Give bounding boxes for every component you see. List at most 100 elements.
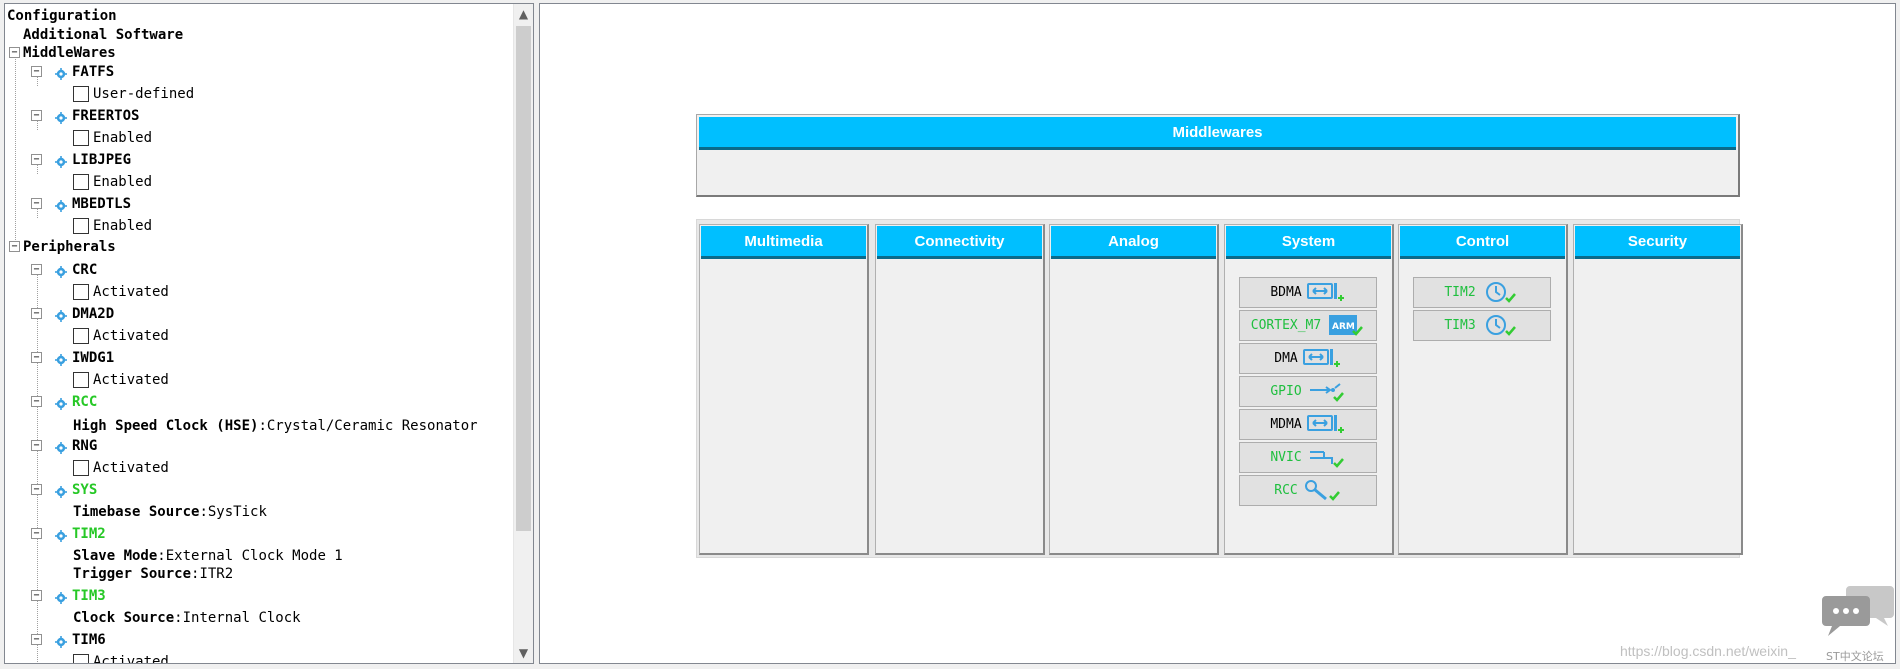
gear-icon (55, 440, 67, 454)
scroll-up-arrow-icon[interactable]: ▲ (514, 4, 533, 24)
tree-node[interactable]: Activated (73, 326, 169, 346)
tree-checkbox[interactable] (73, 460, 89, 476)
collapse-toggle-icon[interactable]: − (31, 590, 42, 601)
tree-node[interactable]: RNG (55, 436, 97, 456)
tree-node[interactable]: MiddleWares (23, 43, 116, 63)
configuration-tree[interactable]: Configuration Additional Software − MiddleW… (5, 4, 515, 663)
tree-node-label: Activated (93, 372, 169, 388)
category-header[interactable]: Multimedia (701, 226, 866, 259)
tree-node[interactable]: MBEDTLS (55, 194, 131, 214)
tree-node[interactable]: TIM3 (55, 586, 106, 606)
tree-checkbox[interactable] (73, 86, 89, 102)
tree-scrollbar[interactable]: ▲ ▼ (513, 4, 533, 663)
tree-node[interactable]: Timebase Source:SysTick (73, 502, 267, 522)
scroll-down-arrow-icon[interactable]: ▼ (514, 643, 533, 663)
tree-node[interactable]: FREERTOS (55, 106, 139, 126)
gear-icon (55, 154, 67, 168)
tree-guide-line (15, 48, 16, 248)
tree-checkbox[interactable] (73, 372, 89, 388)
tree-node[interactable]: Enabled (73, 216, 152, 236)
dma-add-icon (1306, 281, 1346, 305)
tree-node[interactable]: Enabled (73, 128, 152, 148)
tree-node[interactable]: Activated (73, 370, 169, 390)
tree-node-label: SYS (72, 482, 98, 498)
collapse-toggle-icon[interactable]: − (31, 528, 42, 539)
collapse-toggle-icon[interactable]: − (31, 396, 42, 407)
tree-node[interactable]: Enabled (73, 172, 152, 192)
tree-node-value: :Crystal/Ceramic Resonator (258, 418, 478, 434)
tree-node[interactable]: IWDG1 (55, 348, 114, 368)
tree-node[interactable]: User-defined (73, 84, 194, 104)
tree-node[interactable]: SYS (55, 480, 97, 500)
category-header[interactable]: Control (1400, 226, 1565, 259)
collapse-toggle-icon[interactable]: − (31, 352, 42, 363)
component-button-bdma[interactable]: BDMA (1239, 277, 1377, 308)
scroll-thumb[interactable] (516, 26, 531, 531)
tree-node-label: DMA2D (72, 306, 115, 322)
component-button-dma[interactable]: DMA (1239, 343, 1377, 374)
tree-node[interactable]: CRC (55, 260, 97, 280)
middlewares-header[interactable]: Middlewares (699, 117, 1736, 150)
tree-checkbox[interactable] (73, 218, 89, 234)
tree-node[interactable]: RCC (55, 392, 97, 412)
clock-check-icon (1480, 281, 1520, 305)
configuration-tree-panel[interactable]: Configuration Additional Software − MiddleW… (4, 3, 534, 664)
collapse-toggle-icon[interactable]: − (31, 110, 42, 121)
tree-node-label: Activated (93, 460, 169, 476)
component-label: CORTEX_M7 (1250, 318, 1322, 333)
component-button-rcc[interactable]: RCC (1239, 475, 1377, 506)
component-button-gpio[interactable]: GPIO (1239, 376, 1377, 407)
tree-node[interactable]: DMA2D (55, 304, 114, 324)
tree-node[interactable]: Trigger Source:ITR2 (73, 564, 233, 584)
component-button-tim2[interactable]: TIM2 (1413, 277, 1551, 308)
tree-checkbox[interactable] (73, 174, 89, 190)
tree-node-label: RCC (72, 394, 98, 410)
tree-checkbox[interactable] (73, 654, 89, 663)
category-analog: Analog (1049, 224, 1219, 555)
tree-node[interactable]: FATFS (55, 62, 114, 82)
tree-node[interactable]: Activated (73, 282, 169, 302)
collapse-toggle-icon[interactable]: − (31, 440, 42, 451)
tree-node[interactable]: Activated (73, 458, 169, 478)
arm-check-icon: ARM (1325, 314, 1365, 338)
collapse-toggle-icon[interactable]: − (9, 241, 20, 252)
collapse-toggle-icon[interactable]: − (31, 198, 42, 209)
category-header[interactable]: Analog (1051, 226, 1216, 259)
category-system: System BDMA CORTEX_M7 ARM DMA GPIO MDMA NVIC RCC (1224, 224, 1394, 555)
collapse-toggle-icon[interactable]: − (31, 308, 42, 319)
category-multimedia: Multimedia (699, 224, 869, 555)
collapse-toggle-icon[interactable]: − (31, 484, 42, 495)
component-button-nvic[interactable]: NVIC (1239, 442, 1377, 473)
component-button-cortex_m7[interactable]: CORTEX_M7 ARM (1239, 310, 1377, 341)
component-button-tim3[interactable]: TIM3 (1413, 310, 1551, 341)
tree-node-label: FATFS (72, 64, 115, 80)
tree-node[interactable]: Configuration (7, 6, 117, 26)
gear-icon (55, 308, 67, 322)
tree-node[interactable]: Clock Source :Internal Clock (73, 608, 301, 628)
component-label: DMA (1274, 351, 1298, 366)
tree-node[interactable]: High Speed Clock (HSE):Crystal/Ceramic R… (73, 416, 478, 436)
gear-icon (55, 352, 67, 366)
collapse-toggle-icon[interactable]: − (9, 47, 20, 58)
collapse-toggle-icon[interactable]: − (31, 634, 42, 645)
category-header[interactable]: Connectivity (877, 226, 1042, 259)
tree-node[interactable]: Additional Software (23, 25, 183, 45)
tree-node-label: Configuration (7, 8, 117, 24)
tree-checkbox[interactable] (73, 130, 89, 146)
tree-checkbox[interactable] (73, 284, 89, 300)
category-header[interactable]: Security (1575, 226, 1740, 259)
tree-node[interactable]: Slave Mode:External Clock Mode 1 (73, 546, 343, 566)
collapse-toggle-icon[interactable]: − (31, 66, 42, 77)
category-header[interactable]: System (1226, 226, 1391, 259)
component-button-mdma[interactable]: MDMA (1239, 409, 1377, 440)
tree-guide-line (37, 268, 38, 663)
tree-node[interactable]: Activated (73, 652, 169, 663)
tree-node[interactable]: TIM6 (55, 630, 106, 650)
tree-checkbox[interactable] (73, 328, 89, 344)
tree-node[interactable]: LIBJPEG (55, 150, 131, 170)
component-label: BDMA (1270, 285, 1302, 300)
tree-node[interactable]: Peripherals (23, 237, 116, 257)
collapse-toggle-icon[interactable]: − (31, 264, 42, 275)
tree-node[interactable]: TIM2 (55, 524, 106, 544)
collapse-toggle-icon[interactable]: − (31, 154, 42, 165)
